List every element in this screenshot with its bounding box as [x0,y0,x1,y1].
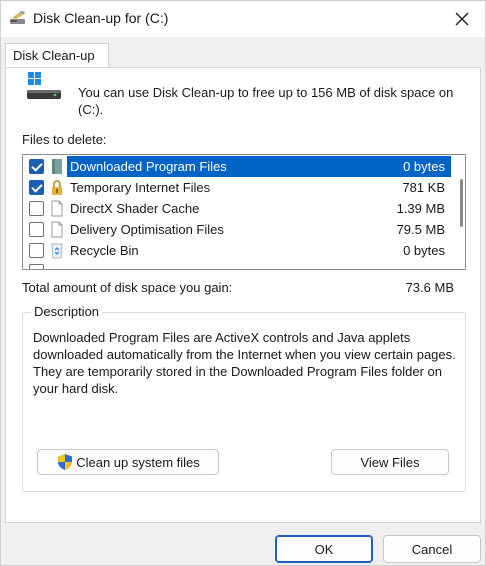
disk-cleanup-window: Disk Clean-up for (C:) Disk Clean-up You… [0,0,486,566]
info-text: You can use Disk Clean-up to free up to … [78,85,454,117]
description-legend: Description [31,304,103,319]
description-text: Downloaded Program Files are ActiveX con… [33,330,456,396]
item-size: 0 bytes [403,159,445,174]
list-item[interactable]: Temporary Internet Files 781 KB [23,177,451,198]
item-checkbox[interactable] [29,201,44,216]
uac-shield-icon [58,454,73,470]
files-listbox[interactable]: Downloaded Program Files 0 bytes Tempora… [22,154,466,270]
list-item[interactable] [23,261,451,269]
list-item[interactable]: Recycle Bin 0 bytes [23,240,451,261]
title-bar: Disk Clean-up for (C:) [1,1,485,37]
file-icon [51,221,63,238]
item-size: 1.39 MB [396,201,445,216]
total-gain-label: Total amount of disk space you gain: [22,280,233,295]
item-name: DirectX Shader Cache [70,201,200,216]
item-name: Recycle Bin [70,243,139,258]
item-name: Temporary Internet Files [70,180,211,195]
cancel-button[interactable]: Cancel [383,535,481,563]
tab-disk-cleanup[interactable]: Disk Clean-up [5,43,109,68]
clean-up-system-files-label: Clean up system files [76,454,200,470]
list-item[interactable]: Downloaded Program Files 0 bytes [23,156,451,177]
window-title: Disk Clean-up for (C:) [33,10,169,26]
clean-up-system-files-button[interactable]: Clean up system files [37,449,219,475]
item-name: Delivery Optimisation Files [70,222,224,237]
files-to-delete-label: Files to delete: [22,132,107,147]
list-item[interactable]: Delivery Optimisation Files 79.5 MB [23,219,451,240]
item-checkbox[interactable] [29,159,44,174]
file-icon [51,200,63,217]
close-button[interactable] [439,1,485,37]
item-size: 79.5 MB [396,222,445,237]
ok-button[interactable]: OK [275,535,373,563]
recycle-bin-icon [51,243,63,259]
item-checkbox[interactable] [29,180,44,195]
item-size: 781 KB [402,180,445,195]
description-group: Description Downloaded Program Files are… [22,304,466,492]
list-item[interactable]: DirectX Shader Cache 1.39 MB [23,198,451,219]
item-checkbox[interactable] [29,222,44,237]
tab-panel: You can use Disk Clean-up to free up to … [5,67,481,523]
lock-icon [52,180,62,195]
listbox-scrollbar[interactable] [460,179,463,227]
view-files-button[interactable]: View Files [331,449,449,475]
item-size: 0 bytes [403,243,445,258]
close-icon [455,12,469,26]
total-gain-value: 73.6 MB [405,280,454,295]
disk-cleanup-app-icon [10,11,25,24]
item-name: Downloaded Program Files [70,159,227,174]
drive-cleanup-icon [27,72,61,99]
item-checkbox[interactable] [29,243,44,258]
item-checkbox[interactable] [29,264,44,269]
folder-icon [52,159,62,174]
